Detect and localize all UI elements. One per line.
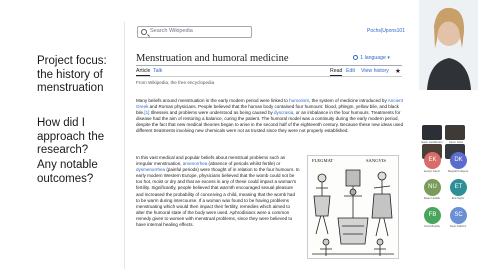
participant-avatar[interactable]: FB bbox=[424, 207, 441, 224]
slide-line: How did I bbox=[37, 117, 85, 129]
tab-talk[interactable]: Talk bbox=[153, 68, 162, 74]
language-button[interactable]: 1 language ▾ bbox=[353, 55, 390, 61]
participant-name: Evelyn Kautz bbox=[424, 170, 440, 173]
article-paragraph-2: In this vast medical and popular beliefs… bbox=[136, 155, 300, 228]
link-amenorrhea[interactable]: amenorrhea bbox=[183, 161, 208, 166]
slide-line: outcomes? bbox=[37, 172, 94, 185]
slide-line: Any notable bbox=[37, 159, 98, 171]
tab-edit[interactable]: Edit bbox=[346, 68, 355, 74]
text: , the system of medicine introduced by bbox=[309, 98, 388, 103]
slide-line: approach the bbox=[37, 130, 105, 143]
slide-line: research? bbox=[37, 144, 89, 156]
wiki-header: Search Wikipedia Pochs|Upons101 bbox=[125, 22, 413, 42]
figure-label-flegmat: FLEGMAT bbox=[312, 158, 334, 163]
text: (painful periods) were thought of in rel… bbox=[136, 167, 300, 228]
tab-article[interactable]: Article bbox=[136, 68, 151, 76]
presenter-video bbox=[419, 0, 478, 90]
link-dysmenorrhea[interactable]: dysmenorrhea bbox=[136, 167, 165, 172]
participant-avatar[interactable]: SC bbox=[450, 207, 467, 224]
title-divider bbox=[136, 65, 402, 66]
slide-line: the history of bbox=[37, 68, 103, 81]
text: (absence of periods whilst fertile) or bbox=[207, 161, 281, 167]
participant-name: Fiona Beattie bbox=[424, 225, 440, 228]
slide-line: Project focus: bbox=[37, 55, 107, 67]
presenter-figure bbox=[419, 0, 478, 90]
participant-video-tile[interactable] bbox=[422, 125, 442, 140]
article-source: From Wikipedia, the free encyclopedia bbox=[136, 80, 215, 85]
user-link[interactable]: Pochs|Upons101 bbox=[367, 28, 405, 34]
text: Many beliefs around menstruation in the … bbox=[136, 98, 290, 103]
article-paragraph-1: Many beliefs around menstruation in the … bbox=[136, 98, 404, 135]
text: Illnesses and problems were understood a… bbox=[149, 110, 275, 116]
language-icon bbox=[353, 55, 359, 60]
tab-view-history[interactable]: View history bbox=[361, 68, 389, 74]
participant-avatar[interactable]: EK bbox=[424, 152, 441, 169]
participant-name: Eva Taylor bbox=[451, 197, 465, 200]
participant-name: Deepali Kelapure bbox=[447, 170, 469, 173]
search-input[interactable]: Search Wikipedia bbox=[137, 26, 252, 38]
page-title: Menstruation and humoral medicine bbox=[136, 53, 289, 64]
slide-line: menstruation bbox=[37, 82, 104, 94]
participant-name: Sean Fakhimi bbox=[449, 225, 467, 228]
screen: Project focus: the history of menstruati… bbox=[0, 0, 478, 269]
woodcut-image bbox=[312, 169, 394, 256]
tabs-divider bbox=[136, 76, 402, 77]
language-label: 1 language bbox=[360, 55, 386, 61]
participant-video-tile[interactable] bbox=[445, 125, 465, 140]
wikipedia-window: Search Wikipedia Pochs|Upons101 Menstrua… bbox=[124, 22, 413, 269]
tab-read[interactable]: Read bbox=[330, 68, 343, 76]
participant-name: Ewan Heddle bbox=[424, 197, 440, 200]
link-dyscrasia[interactable]: dyscrasia bbox=[274, 110, 293, 115]
participant-avatar[interactable]: DK bbox=[450, 152, 467, 169]
search-icon bbox=[141, 29, 147, 35]
link-humorism[interactable]: humorism bbox=[289, 98, 309, 103]
participant-avatar[interactable]: NU bbox=[424, 179, 441, 196]
figure-label-sanguis: SANGVIS bbox=[366, 158, 386, 163]
humours-illustration[interactable]: FLEGMAT SANGVIS bbox=[307, 155, 399, 259]
search-placeholder: Search Wikipedia bbox=[150, 28, 193, 34]
participant-avatar[interactable]: ET bbox=[450, 179, 467, 196]
slide-text-approach: How did I approach the research? bbox=[37, 117, 104, 158]
watch-star-icon[interactable]: ★ bbox=[395, 67, 401, 75]
slide-text-project-focus: Project focus: the history of menstruati… bbox=[37, 55, 107, 96]
participants-panel: Ewan Heddleston Karen Sebo EK DK NU ET F… bbox=[419, 0, 478, 269]
slide-text-outcomes: Any notable outcomes? bbox=[37, 159, 98, 186]
